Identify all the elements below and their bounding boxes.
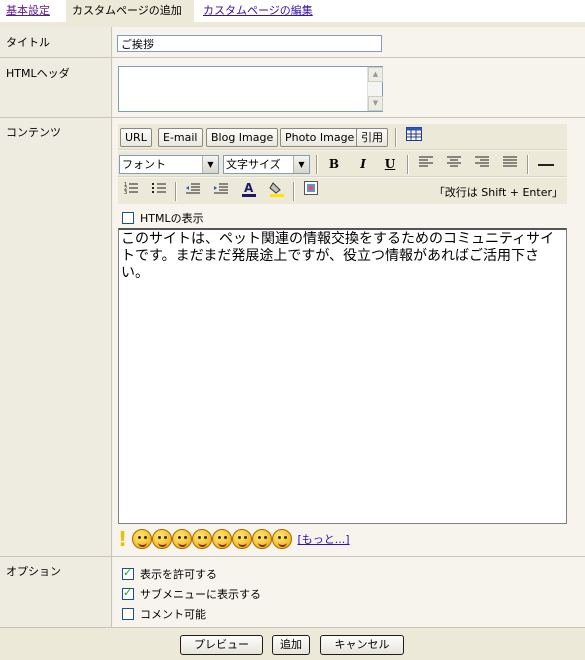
options-label: オプション xyxy=(6,565,61,578)
italic-icon[interactable]: I xyxy=(352,154,374,174)
underline-icon[interactable]: U xyxy=(379,154,401,174)
smirk-face-icon[interactable] xyxy=(172,529,192,549)
label-cell-contents: コンテンツ xyxy=(0,118,112,556)
toolbar-separator xyxy=(293,182,295,201)
editor-toolbar-misc: 123 A 「改行は Shift + Enter」 xyxy=(118,178,567,204)
html-header-scrollbar[interactable]: ▲ ▼ xyxy=(367,67,383,111)
contents-label: コンテンツ xyxy=(6,126,61,139)
align-center-icon[interactable] xyxy=(443,154,465,174)
font-size-select[interactable]: 文字サイズ ▼ xyxy=(223,155,310,174)
field-cell-html-header: ▲ ▼ xyxy=(113,58,585,117)
allow-display-label: 表示を許可する xyxy=(140,568,217,581)
grin-face-icon[interactable] xyxy=(272,529,292,549)
bold-icon[interactable]: B xyxy=(323,154,345,174)
toolbar-separator xyxy=(316,155,318,174)
indent-icon[interactable] xyxy=(210,181,232,201)
scroll-up-icon[interactable]: ▲ xyxy=(368,67,383,82)
tab-basic-settings[interactable]: 基本設定 xyxy=(6,0,50,23)
svg-text:3: 3 xyxy=(124,190,127,195)
tab-edit-custom-page[interactable]: カスタムページの編集 xyxy=(203,0,313,23)
show-html-checkbox[interactable] xyxy=(122,212,134,224)
show-html-label: HTMLの表示 xyxy=(140,212,204,225)
show-in-submenu-checkbox[interactable] xyxy=(122,586,134,600)
editor-toolbar-format: フォント ▼ 文字サイズ ▼ B I U xyxy=(118,151,567,177)
font-select[interactable]: フォント ▼ xyxy=(119,155,219,174)
frown-face-icon[interactable] xyxy=(132,529,152,549)
horizontal-rule-icon[interactable] xyxy=(535,154,557,174)
add-button[interactable]: 追加 xyxy=(272,635,310,655)
chevron-down-icon: ▼ xyxy=(202,156,218,173)
editor-toolbar-insert: URL E-mail Blog Image Photo Image 引用 xyxy=(118,124,567,150)
allow-comments-label: コメント可能 xyxy=(140,608,206,621)
tongue-face-icon[interactable] xyxy=(252,529,272,549)
toolbar-separator xyxy=(395,128,397,147)
align-justify-icon[interactable] xyxy=(499,154,521,174)
font-size-select-value: 文字サイズ xyxy=(226,158,281,171)
toolbar-separator xyxy=(527,155,529,174)
title-label: タイトル xyxy=(6,36,50,49)
more-emoticons-link[interactable]: [もっと...] xyxy=(298,533,350,546)
smile-face-icon[interactable] xyxy=(192,529,212,549)
line-break-hint: 「改行は Shift + Enter」 xyxy=(433,186,563,199)
url-button[interactable]: URL xyxy=(120,128,152,147)
label-cell-options: オプション xyxy=(0,557,112,627)
align-left-icon[interactable] xyxy=(415,154,437,174)
show-html-toggle[interactable]: HTMLの表示 xyxy=(122,210,204,226)
emoticon-bar: ! [もっと...] xyxy=(118,527,350,551)
image-icon[interactable] xyxy=(300,181,322,201)
field-cell-title xyxy=(113,27,585,57)
photo-image-button[interactable]: Photo Image xyxy=(280,128,360,147)
content-editor-area[interactable]: このサイトは、ペット関連の情報交換をするためのコミュニティサイトです。まだまだ発… xyxy=(118,228,567,524)
toolbar-separator xyxy=(407,155,409,174)
allow-display-checkbox[interactable] xyxy=(122,566,134,580)
quote-button[interactable]: 引用 xyxy=(356,128,388,147)
unordered-list-icon[interactable] xyxy=(148,181,170,201)
sad-face-icon[interactable] xyxy=(212,529,232,549)
scroll-down-icon[interactable]: ▼ xyxy=(368,96,383,111)
label-cell-title: タイトル xyxy=(0,27,112,57)
html-header-textarea[interactable]: ▲ ▼ xyxy=(118,66,383,112)
exclamation-icon[interactable]: ! xyxy=(118,527,127,551)
svg-text:A: A xyxy=(244,181,254,195)
footer-actions: プレビュー 追加 キャンセル xyxy=(0,627,585,660)
align-right-icon[interactable] xyxy=(471,154,493,174)
ordered-list-icon[interactable]: 123 xyxy=(120,181,142,201)
option-show-in-submenu[interactable]: サブメニューに表示する xyxy=(122,586,261,602)
highlight-color-icon[interactable] xyxy=(266,181,288,201)
crying-face-icon[interactable] xyxy=(232,529,252,549)
tab-bar: 基本設定 カスタムページの追加 カスタムページの編集 xyxy=(0,0,585,23)
option-allow-comments[interactable]: コメント可能 xyxy=(122,606,206,622)
label-cell-html-header: HTMLヘッダ xyxy=(0,58,112,117)
title-input[interactable] xyxy=(117,35,382,52)
laughing-face-icon[interactable] xyxy=(152,529,172,549)
cancel-button[interactable]: キャンセル xyxy=(320,635,404,655)
outdent-icon[interactable] xyxy=(182,181,204,201)
show-in-submenu-label: サブメニューに表示する xyxy=(140,588,261,601)
preview-button[interactable]: プレビュー xyxy=(180,635,263,655)
email-button[interactable]: E-mail xyxy=(158,128,203,147)
chevron-down-icon: ▼ xyxy=(293,156,309,173)
table-icon[interactable] xyxy=(403,127,425,147)
text-color-icon[interactable]: A xyxy=(238,181,260,201)
blog-image-button[interactable]: Blog Image xyxy=(206,128,279,147)
allow-comments-checkbox[interactable] xyxy=(122,608,134,620)
tab-add-custom-page[interactable]: カスタムページの追加 xyxy=(66,0,194,23)
toolbar-separator xyxy=(175,182,177,201)
html-header-label: HTMLヘッダ xyxy=(6,67,70,80)
font-select-value: フォント xyxy=(122,158,166,171)
option-allow-display[interactable]: 表示を許可する xyxy=(122,566,217,582)
